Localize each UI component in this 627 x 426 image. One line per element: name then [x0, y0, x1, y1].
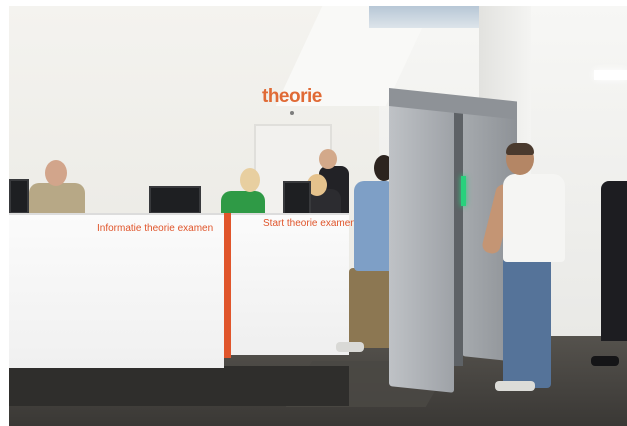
ceiling-light [594, 70, 627, 80]
information-desk [9, 213, 224, 368]
man-blue-shirt-legs [349, 268, 393, 348]
information-desk-sign: Informatie theorie examen [97, 223, 214, 234]
man-white-shirt-jeans [503, 258, 551, 388]
seated-man-left [29, 183, 85, 215]
theorie-wall-sign: theorie [262, 86, 322, 107]
seated-woman-green [221, 191, 265, 215]
man-dark-suit-shoe [591, 356, 619, 366]
ceiling-window [369, 6, 479, 28]
wall-sign-fixture [290, 111, 294, 115]
seated-woman-green-head [240, 168, 260, 192]
man-dark-suit-edge [601, 181, 627, 341]
exam-center-lobby-photo: theorie Informatie theorie examen Start … [9, 6, 627, 426]
seated-man-head [45, 160, 67, 186]
metal-detector-green-light [461, 176, 466, 206]
man-white-shirt-shoe [495, 381, 535, 391]
start-exam-desk [231, 213, 349, 355]
desk-orange-stripe [224, 213, 231, 358]
photo-scene: theorie Informatie theorie examen Start … [0, 0, 627, 426]
metal-detector-opening [454, 106, 463, 366]
monitor-middle [149, 186, 201, 214]
monitor-left [9, 179, 29, 214]
start-exam-desk-sign: Start theorie examen [263, 218, 356, 229]
man-white-shirt [503, 174, 565, 262]
monitor-right [283, 181, 311, 215]
man-white-shirt-hair [506, 143, 534, 155]
standing-staff-head [319, 149, 337, 169]
man-blue-shirt-shoe [336, 342, 364, 352]
metal-detector-left-panel [389, 96, 454, 393]
desk-base [9, 366, 349, 406]
